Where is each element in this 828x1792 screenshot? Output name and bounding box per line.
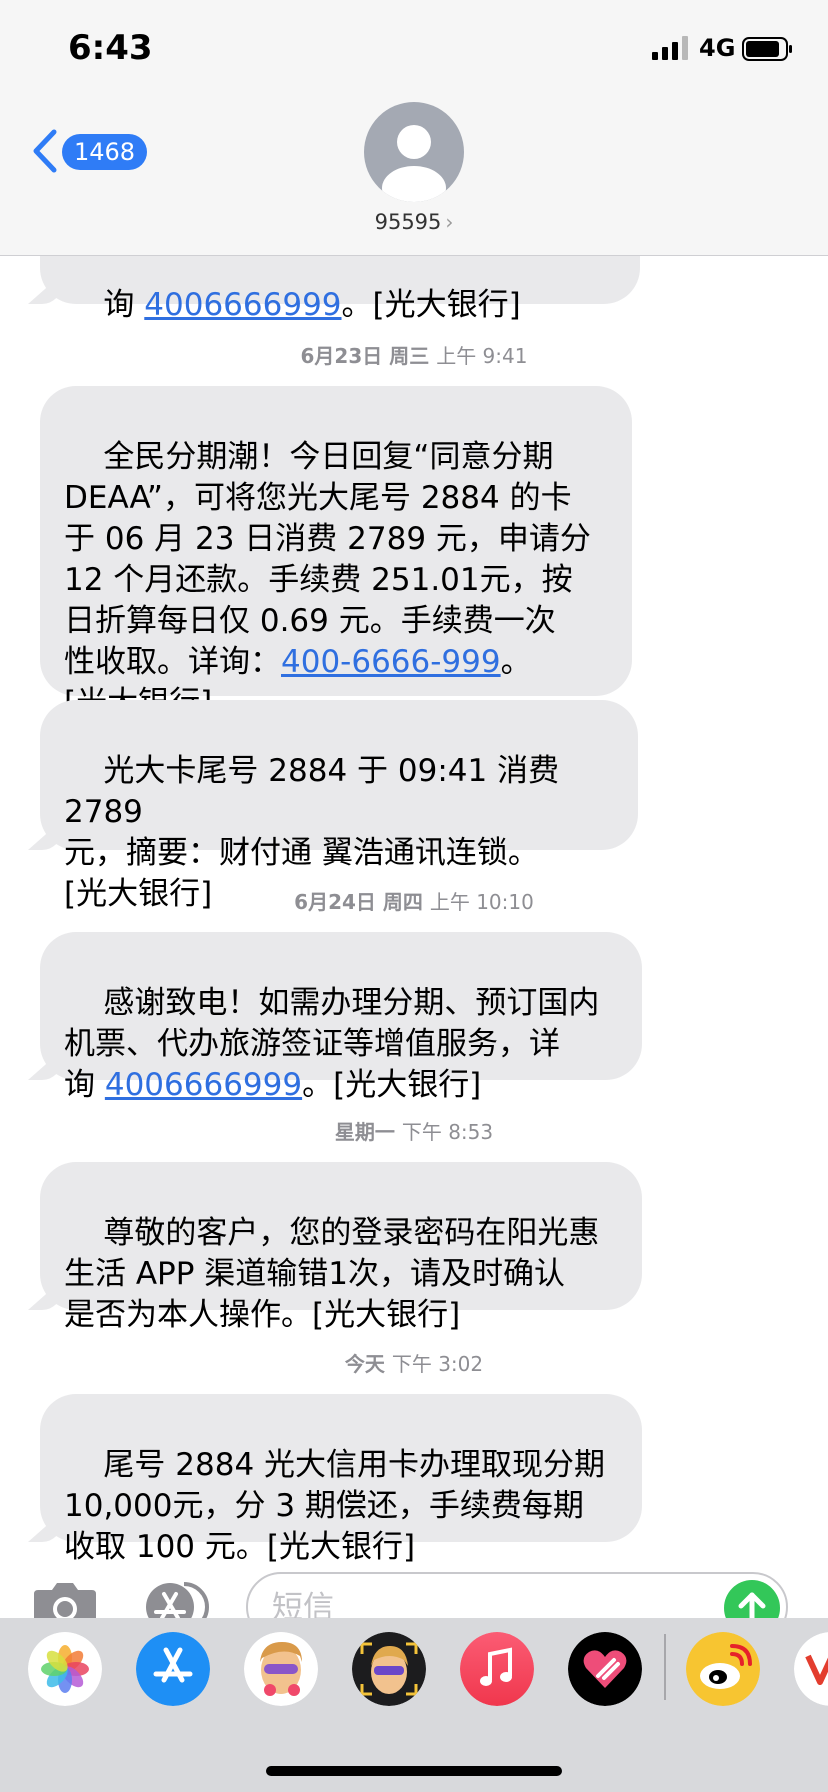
contact-avatar-icon[interactable] [364, 102, 464, 202]
network-type: 4G [699, 34, 736, 62]
memoji-icon[interactable] [244, 1632, 318, 1706]
phone-link[interactable]: 400-6666-999 [281, 644, 501, 680]
message-text: 。[光大银行] [302, 1067, 482, 1103]
timestamp: 星期一 下午 8:53 [334, 1120, 494, 1144]
message-bubble[interactable]: 感谢致电！如需办理分期、预订国内 机票、代办旅游签证等增值服务，详 询 4006… [28, 932, 642, 1103]
timestamp: 6月24日 周四 上午 10:10 [294, 890, 534, 914]
music-icon[interactable] [460, 1632, 534, 1706]
message-bubble[interactable]: 全民分期潮！今日回复“同意分期 DEAA”，可将您光大尾号 2884 的卡 于 … [40, 386, 632, 721]
back-count-badge[interactable]: 1468 [62, 134, 148, 170]
weibo-icon[interactable] [686, 1632, 760, 1706]
battery-icon [742, 37, 792, 61]
timestamp: 6月23日 周三 上午 9:41 [300, 344, 528, 368]
message-text: 。[光大银行] [341, 287, 521, 323]
message-text: 尊敬的客户，您的登录密码在阳光惠 生活 APP 渠道输错1次，请及时确认 是否为… [64, 1215, 600, 1333]
phone-link[interactable]: 4006666999 [105, 1067, 302, 1103]
chevron-right-icon: › [445, 210, 454, 234]
app-store-icon[interactable] [136, 1632, 210, 1706]
message-text: 尾号 2884 光大信用卡办理取现分期 10,000元，分 3 期偿还，手续费每… [64, 1447, 606, 1565]
status-time: 6:43 [68, 28, 153, 68]
conversation-header: 6:43 4G 1468 95595 › [0, 0, 828, 256]
digital-touch-icon[interactable] [568, 1632, 642, 1706]
message-text: 询 [103, 287, 145, 323]
timestamp: 今天 下午 3:02 [344, 1352, 484, 1376]
back-chevron-icon[interactable] [30, 128, 60, 174]
message-bubble[interactable]: 尊敬的客户，您的登录密码在阳光惠 生活 APP 渠道输错1次，请及时确认 是否为… [28, 1162, 642, 1333]
cellular-signal-icon [652, 36, 688, 60]
photos-icon[interactable] [28, 1632, 102, 1706]
message-bubble[interactable]: 尾号 2884 光大信用卡办理取现分期 10,000元，分 3 期偿还，手续费每… [28, 1394, 642, 1565]
message-bubble[interactable]: 光大卡尾号 2884 于 09:41 消费 2789 元，摘要：财付通 翼浩通讯… [28, 700, 638, 912]
animoji-icon[interactable] [352, 1632, 426, 1706]
home-indicator[interactable] [266, 1766, 562, 1776]
drawer-divider [664, 1634, 666, 1700]
contact-name[interactable]: 95595 › [0, 210, 828, 234]
phone-link[interactable]: 4006666999 [144, 287, 341, 323]
